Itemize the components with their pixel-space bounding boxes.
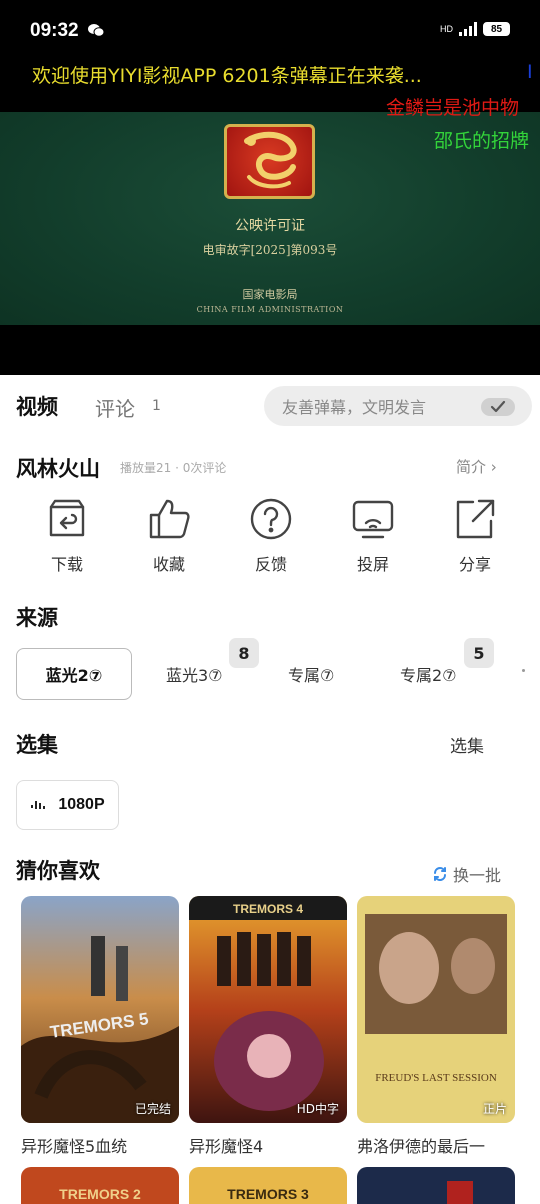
battery-icon: 85 — [483, 22, 510, 36]
movie-title: 风林火山 — [16, 457, 100, 481]
comment-count: 1 — [152, 398, 161, 414]
agency-name: 国家电影局 — [242, 288, 298, 301]
source-list: 蓝光2⑦ 蓝光3⑦ 8 专属⑦ 专属2⑦ 5 — [16, 638, 540, 700]
recommend-title: 猜你喜欢 — [16, 859, 100, 883]
poster-title: TREMORS 2 — [59, 1186, 141, 1202]
danmaku-placeholder: 友善弹幕，文明发言 — [282, 398, 427, 417]
poster-title: TREMORS 3 — [227, 1186, 309, 1202]
cast-button[interactable]: 投屏 — [322, 497, 424, 582]
movie-poster: TREMORS 4 HD中字 — [189, 896, 347, 1123]
source-badge: 5 — [464, 638, 494, 668]
source-option[interactable]: 蓝光3⑦ — [166, 648, 223, 700]
playing-bars-icon — [31, 801, 46, 809]
license-number: 电审故字[2025]第093号 — [202, 243, 338, 257]
refresh-label: 换一批 — [453, 866, 502, 885]
movie-name: 弗洛伊德的最后一 — [357, 1137, 486, 1156]
video-player[interactable]: 公映许可证 电审故字[2025]第093号 国家电影局 CHINA FILM A… — [0, 0, 540, 375]
recommend-card[interactable]: TREMORS 3 — [189, 1167, 347, 1204]
danmaku-comment: 邵氏的招牌 — [434, 130, 530, 152]
download-button[interactable]: 下载 — [16, 497, 118, 582]
status-bar: 09:32 HD 85 — [0, 0, 540, 60]
share-icon — [456, 499, 495, 539]
share-label: 分享 — [458, 555, 491, 574]
favorite-label: 收藏 — [152, 555, 185, 574]
action-bar: 下载 收藏 反馈 投屏 分享 — [0, 497, 540, 582]
network-type: HD — [440, 24, 453, 34]
episodes-title: 选集 — [16, 733, 58, 757]
content-tabs: 视频 评论 1 友善弹幕，文明发言 — [0, 375, 540, 439]
episode-label: 1080P — [58, 796, 105, 813]
tab-video[interactable]: 视频 — [16, 391, 58, 421]
synopsis-link[interactable]: 简介 › — [456, 456, 497, 477]
share-button[interactable]: 分享 — [424, 497, 526, 582]
film-license-logo — [224, 124, 315, 199]
download-label: 下载 — [50, 555, 83, 574]
episode-item[interactable]: 1080P — [16, 780, 119, 830]
refresh-button[interactable]: 换一批 — [432, 862, 501, 886]
thumb-up-icon — [149, 499, 190, 539]
source-option[interactable]: 蓝光2⑦ — [16, 648, 132, 700]
scroll-indicator — [522, 669, 525, 672]
tab-comment[interactable]: 评论 — [95, 393, 135, 422]
recommend-card[interactable]: FREUD'S LAST SESSION 正片 弗洛伊德的最后一 — [357, 896, 515, 1157]
poster-title: FREUD'S LAST SESSION — [375, 1072, 497, 1084]
source-badge: 8 — [229, 638, 259, 668]
movie-poster: FREUD'S LAST SESSION 正片 — [357, 896, 515, 1123]
feedback-label: 反馈 — [254, 555, 287, 574]
source-title: 来源 — [16, 606, 58, 630]
recommend-card[interactable]: TREMORS 4 HD中字 异形魔怪4 — [189, 896, 347, 1157]
signal-icon — [459, 22, 477, 36]
download-icon — [49, 499, 85, 537]
source-option[interactable]: 专属2⑦ — [400, 648, 457, 700]
source-option[interactable]: 专属⑦ — [288, 648, 334, 700]
recommend-card[interactable]: TREMORS 5 已完结 异形魔怪5血统 — [21, 896, 179, 1157]
favorite-button[interactable]: 收藏 — [118, 497, 220, 582]
refresh-icon — [434, 867, 446, 881]
danmaku-toggle-icon[interactable] — [480, 397, 516, 417]
license-title: 公映许可证 — [235, 218, 305, 234]
movie-name: 异形魔怪4 — [189, 1137, 264, 1156]
recommend-card[interactable]: TREMORS 2 — [21, 1167, 179, 1204]
movie-name: 异形魔怪5血统 — [21, 1137, 128, 1156]
wechat-icon — [88, 24, 104, 37]
poster-title: TREMORS 4 — [233, 902, 303, 916]
movie-meta: 播放量21 · 0次评论 — [120, 461, 227, 475]
poster-tag: 已完结 — [134, 1102, 171, 1116]
episodes-link[interactable]: 选集 — [450, 732, 484, 757]
feedback-button[interactable]: 反馈 — [220, 497, 322, 582]
recommend-card[interactable] — [357, 1167, 515, 1204]
movie-poster: TREMORS 5 已完结 — [21, 896, 179, 1123]
danmaku-comment: I — [527, 61, 533, 83]
clock: 09:32 — [30, 20, 79, 41]
cast-icon — [352, 500, 394, 539]
cast-label: 投屏 — [356, 555, 389, 574]
poster-tag: 正片 — [482, 1102, 507, 1116]
danmaku-comment: 金鳞岂是池中物 — [386, 97, 520, 119]
danmaku-comment: 欢迎使用YIYI影视APP 6201条弹幕正在来袭... — [32, 65, 422, 87]
poster-tag: HD中字 — [296, 1102, 339, 1116]
question-icon — [250, 498, 292, 540]
agency-name-en: CHINA FILM ADMINISTRATION — [196, 305, 344, 314]
